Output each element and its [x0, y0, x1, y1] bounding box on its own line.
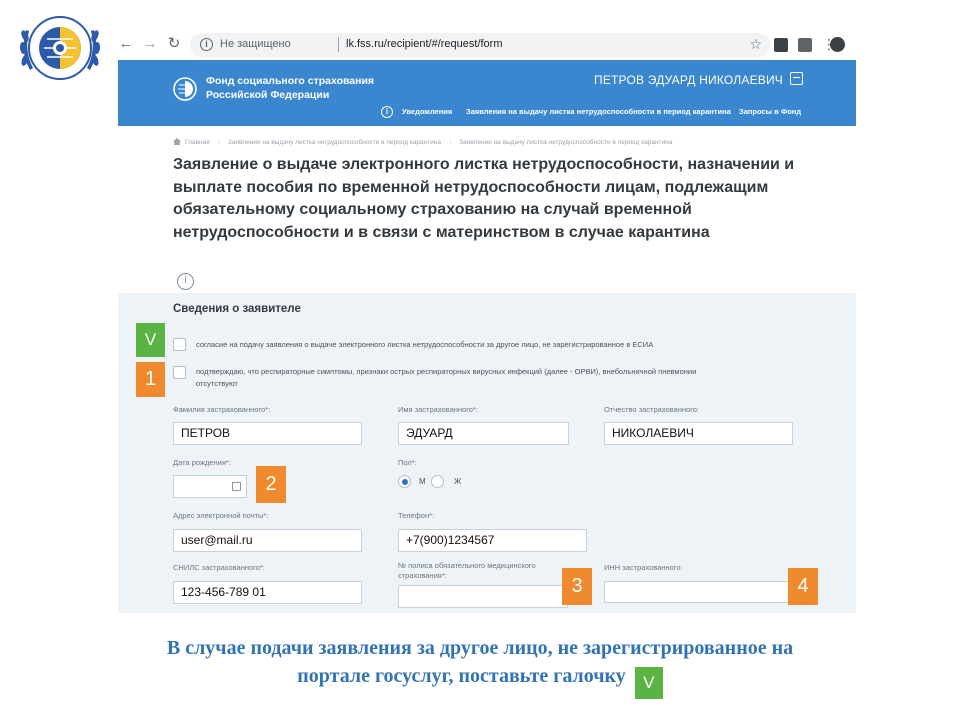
last-name-label: Фамилия застрахованного*:	[173, 405, 271, 414]
security-label: Не защищено	[220, 38, 291, 50]
callout-4: 4	[788, 568, 818, 605]
site-header: Фонд социального страхования Российской …	[118, 60, 856, 126]
phone-field[interactable]: +7(900)1234567	[398, 529, 587, 552]
symptoms-label-line2: отсутствуют	[196, 379, 238, 388]
breadcrumb-separator: ›	[449, 139, 452, 146]
gender-f-radio[interactable]	[431, 475, 444, 488]
nav-quarantine-requests[interactable]: Заявления на выдачу листка нетрудоспособ…	[466, 107, 731, 116]
breadcrumb-separator: ›	[217, 139, 220, 146]
symptoms-label: подтверждаю, что респираторные симптомы,…	[196, 366, 836, 390]
check-callout: V	[136, 323, 165, 357]
calendar-icon[interactable]	[232, 482, 241, 491]
callout-2: 2	[256, 466, 286, 503]
oms-label: № полиса обязательного медицинского стра…	[398, 561, 568, 581]
callout-3: 3	[562, 568, 592, 605]
extension-icon[interactable]	[774, 38, 788, 52]
extension-icon[interactable]	[798, 38, 812, 52]
snils-field[interactable]: 123-456-789 01	[173, 581, 362, 604]
birth-date-field[interactable]	[173, 475, 247, 498]
info-icon: i	[381, 106, 393, 118]
star-icon[interactable]: ☆	[749, 36, 762, 53]
breadcrumb: Главная › Заявление на выдачу листка нетру…	[173, 138, 672, 146]
slide: ← → ↻ i Не защищено lk.fss.ru/recipient/…	[0, 0, 960, 720]
email-label: Адрес электронной почты*:	[173, 511, 269, 520]
oms-label-line1: № полиса обязательного медицинского	[398, 561, 536, 570]
oms-field[interactable]	[398, 585, 568, 608]
symptoms-label-line1: подтверждаю, что респираторные симптомы,…	[196, 367, 697, 376]
menu-icon[interactable]: ⋮	[822, 37, 836, 52]
last-name-field[interactable]: ПЕТРОВ	[173, 422, 362, 445]
symptoms-checkbox[interactable]	[173, 366, 186, 379]
org-name-line1: Фонд социального страхования	[206, 75, 375, 87]
url-text[interactable]: lk.fss.ru/recipient/#/request/form	[346, 38, 503, 50]
breadcrumb-item: Заявление на выдачу листка нетрудоспособ…	[459, 139, 673, 146]
check-callout: V	[634, 667, 663, 699]
birth-date-label: Дата рождения*:	[173, 458, 231, 467]
oms-label-line2: страхования*:	[398, 571, 447, 580]
gender-label: Пол*:	[398, 458, 417, 467]
email-field[interactable]: user@mail.ru	[173, 529, 362, 552]
inn-field[interactable]	[604, 581, 794, 603]
breadcrumb-item[interactable]: Главная	[185, 139, 210, 146]
reload-icon[interactable]: ↻	[166, 36, 182, 52]
first-name-label: Имя застрахованного*:	[398, 405, 478, 414]
caption-line1: В случае подачи заявления за другое лицо…	[166, 637, 794, 659]
applicant-form: Сведения о заявителе согласие на подачу …	[118, 293, 856, 613]
caption-line2-text: портале госуслуг, поставьте галочку	[297, 665, 626, 687]
address-bar[interactable]: i Не защищено lk.fss.ru/recipient/#/requ…	[190, 33, 770, 57]
fss-logo-icon[interactable]	[173, 77, 197, 101]
phone-label: Телефон*:	[398, 511, 435, 520]
callout-1: 1	[136, 362, 165, 397]
gender-m-label: М	[419, 477, 426, 486]
caption: В случае подачи заявления за другое лицо…	[60, 634, 900, 699]
back-icon[interactable]: ←	[118, 36, 134, 52]
page-title: Заявление о выдаче электронного листка н…	[173, 156, 795, 241]
section-title: Сведения о заявителе	[173, 303, 301, 315]
fss-emblem-icon	[19, 16, 101, 80]
nav-fund-requests[interactable]: Запросы в Фонд	[739, 107, 801, 116]
url-divider	[338, 37, 339, 52]
proxy-consent-label: согласие на подачу заявления о выдаче эл…	[196, 340, 654, 349]
info-icon[interactable]: i	[177, 273, 194, 290]
breadcrumb-item[interactable]: Заявление на выдачу листка нетрудоспособ…	[228, 139, 441, 146]
proxy-consent-checkbox[interactable]	[173, 338, 186, 351]
patronymic-field[interactable]: НИКОЛАЕВИЧ	[604, 422, 793, 445]
account-icon[interactable]	[830, 37, 845, 52]
patronymic-label: Отчество застрахованного:	[604, 405, 700, 414]
org-name-line2: Российской Федерации	[206, 89, 330, 101]
forward-icon[interactable]: →	[142, 36, 158, 52]
info-icon[interactable]: i	[200, 38, 213, 51]
gender-m-radio[interactable]	[398, 475, 411, 488]
gender-f-label: Ж	[454, 477, 462, 486]
inn-label: ИНН застрахованного:	[604, 563, 683, 572]
user-name[interactable]: ПЕТРОВ ЭДУАРД НИКОЛАЕВИЧ	[594, 73, 783, 87]
nav-notifications[interactable]: Уведомления	[402, 107, 452, 116]
first-name-field[interactable]: ЭДУАРД	[398, 422, 569, 445]
caption-line2: портале госуслуг, поставьте галочку V	[60, 662, 900, 699]
browser-toolbar: ← → ↻ i Не защищено lk.fss.ru/recipient/…	[112, 30, 860, 60]
snils-label: СНИЛС застрахованного*:	[173, 563, 265, 572]
logout-icon[interactable]	[790, 72, 803, 85]
org-name[interactable]: Фонд социального страхования Российской …	[206, 74, 374, 102]
home-icon[interactable]	[173, 138, 181, 145]
